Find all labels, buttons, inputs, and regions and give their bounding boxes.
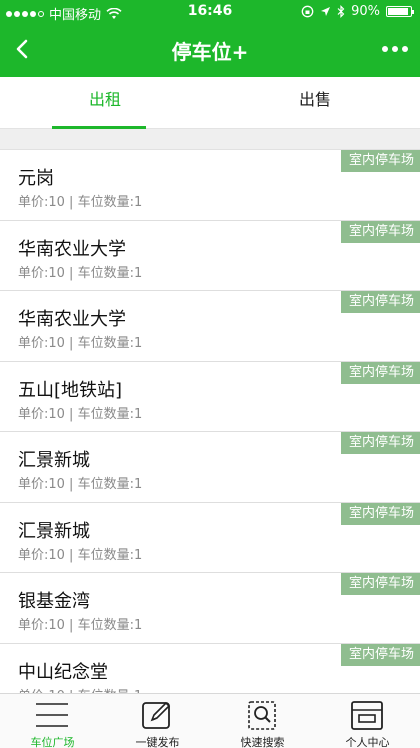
tab-sale[interactable]: 出售: [210, 77, 420, 129]
bottom-nav-label: 一键发布: [135, 736, 180, 748]
item-meta: 单价:10 | 车位数量:1: [18, 618, 143, 633]
item-name: 汇景新城: [18, 450, 90, 471]
battery-percent: 90%: [351, 4, 380, 19]
item-meta: 单价:10 | 车位数量:1: [18, 477, 143, 492]
tab-bar: 出租 出售: [0, 77, 420, 129]
bluetooth-icon: [337, 5, 345, 18]
list-item[interactable]: 元岗 单价:10 | 车位数量:1 室内停车场: [0, 150, 420, 221]
page-title: 停车位+: [171, 40, 249, 64]
card-icon: [351, 701, 383, 730]
item-meta: 单价:10 | 车位数量:1: [18, 265, 143, 281]
parking-type-badge: 室内停车场: [340, 361, 420, 384]
list-item[interactable]: 银基金湾 单价:10 | 车位数量:1 室内停车场: [0, 573, 420, 644]
item-meta: 单价:10 | 车位数量:1: [18, 685, 142, 694]
list-item[interactable]: 华南农业大学 单价:10 | 车位数量:1 室内停车场: [0, 291, 420, 362]
parking-type-badge: 室内停车场: [340, 150, 420, 172]
item-name: 汇景新城: [18, 520, 90, 542]
bottom-nav-label: 快速搜索: [240, 736, 285, 748]
bottom-nav-label: 个人中心: [345, 736, 390, 748]
battery-icon: [386, 6, 414, 17]
bottom-nav-search[interactable]: 快速搜索: [210, 694, 315, 748]
item-meta: 单价:10 | 车位数量:1: [18, 195, 143, 210]
parking-type-badge: 室内停车场: [340, 643, 420, 666]
item-name: 五山[地铁站]: [18, 379, 123, 401]
item-name: 华南农业大学: [18, 238, 126, 260]
bottom-nav: 车位广场 一键发布 快速搜索 个人中心: [0, 693, 420, 748]
location-icon: [321, 7, 331, 16]
header: 中国移动 16:46 90% 停车位+: [0, 0, 420, 77]
parking-type-badge: 室内停车场: [340, 573, 420, 595]
list-item[interactable]: 中山纪念堂 单价:10 | 车位数量:1 室内停车场: [0, 643, 420, 694]
search-icon: [248, 701, 276, 730]
list-item[interactable]: 汇景新城 单价:10 | 车位数量:1 室内停车场: [0, 502, 420, 573]
parking-type-badge: 室内停车场: [340, 220, 420, 243]
parking-list: 元岗 单价:10 | 车位数量:1 室内停车场 华南农业大学 单价:10 | 车…: [0, 150, 420, 693]
list-item[interactable]: 华南农业大学 单价:10 | 车位数量:1 室内停车场: [0, 220, 420, 291]
item-name: 华南农业大学: [18, 309, 126, 330]
parking-type-badge: 室内停车场: [340, 291, 420, 313]
parking-type-badge: 室内停车场: [340, 432, 420, 454]
bottom-nav-parking-square[interactable]: 车位广场: [0, 694, 105, 748]
item-name: 银基金湾: [18, 591, 90, 612]
parking-type-badge: 室内停车场: [340, 502, 420, 525]
item-meta: 单价:10 | 车位数量:1: [18, 406, 143, 422]
tab-rent[interactable]: 出租: [0, 77, 210, 129]
bottom-nav-profile[interactable]: 个人中心: [315, 694, 420, 748]
rotation-lock-icon: [301, 5, 314, 18]
nav-bar: 停车位+: [0, 24, 420, 77]
edit-icon: [142, 701, 171, 729]
list-item[interactable]: 五山[地铁站] 单价:10 | 车位数量:1 室内停车场: [0, 361, 420, 432]
more-dots-icon[interactable]: [380, 38, 410, 60]
item-name: 中山纪念堂: [18, 661, 108, 683]
item-meta: 单价:10 | 车位数量:1: [18, 547, 143, 563]
menu-lines-icon: [36, 703, 68, 727]
bottom-nav-publish[interactable]: 一键发布: [105, 694, 210, 748]
list-item[interactable]: 汇景新城 单价:10 | 车位数量:1 室内停车场: [0, 432, 420, 503]
item-name: 元岗: [18, 168, 54, 189]
item-meta: 单价:10 | 车位数量:1: [18, 336, 143, 351]
bottom-nav-label: 车位广场: [30, 736, 75, 748]
section-divider: [0, 129, 420, 150]
status-bar: 中国移动 16:46 90%: [0, 0, 420, 24]
